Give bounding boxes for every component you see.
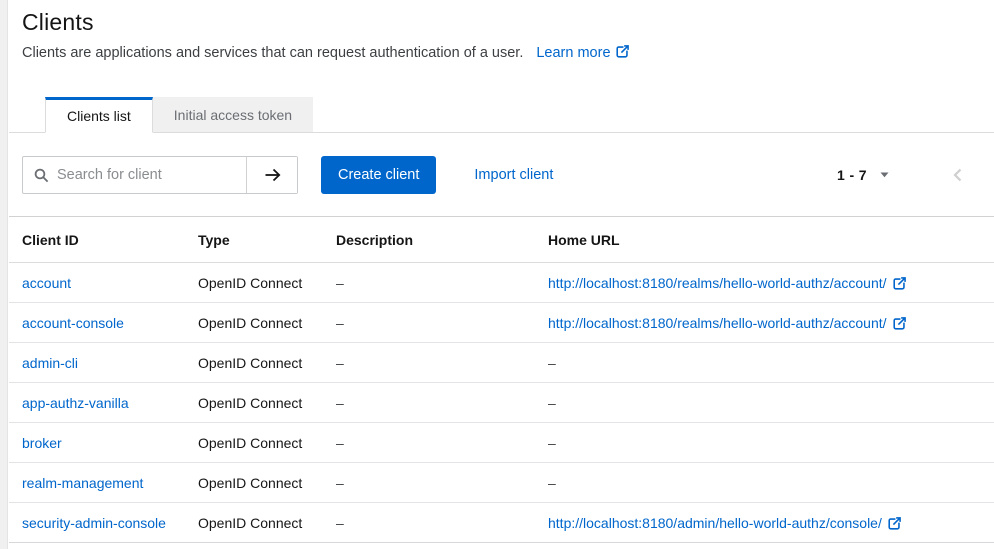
home-url-empty: – (548, 435, 556, 451)
table-row: security-admin-console OpenID Connect– htt… (9, 503, 994, 543)
home-url-link[interactable]: http://localhost:8180/realms/hello-world… (548, 275, 906, 291)
home-url-link[interactable]: http://localhost:8180/realms/hello-world… (548, 315, 906, 331)
import-client-link[interactable]: Import client (474, 167, 553, 183)
client-id-link[interactable]: account-console (22, 315, 124, 331)
external-link-icon (888, 517, 901, 530)
home-url-empty: – (548, 355, 556, 371)
create-client-button[interactable]: Create client (321, 156, 436, 194)
clients-table: Client ID Type Description Home URL acco… (9, 216, 994, 543)
client-description-cell: – (336, 515, 344, 531)
external-link-icon (893, 277, 906, 290)
client-type-cell: OpenID Connect (198, 503, 336, 543)
client-type-cell: OpenID Connect (198, 303, 336, 343)
table-row: brokerOpenID Connect–– (9, 423, 994, 463)
search-input[interactable] (57, 167, 246, 183)
caret-down-icon (880, 172, 889, 178)
page-background-edge (0, 0, 8, 549)
tab-initial-access-token[interactable]: Initial access token (153, 97, 313, 133)
tab-clients-list[interactable]: Clients list (45, 97, 153, 133)
column-header-client-id: Client ID (9, 217, 198, 263)
arrow-right-icon (264, 168, 281, 182)
search-icon (34, 168, 49, 183)
learn-more-link[interactable]: Learn more (536, 45, 628, 61)
column-header-description: Description (336, 217, 548, 263)
client-type-cell: OpenID Connect (198, 423, 336, 463)
tab-bar: Clients list Initial access token (9, 96, 994, 133)
external-link-icon (893, 317, 906, 330)
client-description-cell: – (336, 435, 344, 451)
tab-clients-list-label: Clients list (67, 108, 131, 124)
client-id-link[interactable]: broker (22, 435, 62, 451)
search-input-wrap (23, 157, 246, 193)
pagination-menu-toggle[interactable] (876, 168, 893, 182)
page-header: Clients Clients are applications and ser… (9, 0, 994, 63)
column-header-home-url: Home URL (548, 217, 994, 263)
chevron-left-icon (953, 168, 962, 182)
home-url-empty: – (548, 475, 556, 491)
client-description-cell: – (336, 355, 344, 371)
client-id-link[interactable]: account (22, 275, 71, 291)
column-header-type: Type (198, 217, 336, 263)
table-row: realm-managementOpenID Connect–– (9, 463, 994, 503)
table-row: app-authz-vanillaOpenID Connect–– (9, 383, 994, 423)
table-row: account OpenID Connect– http://localhost:8… (9, 263, 994, 303)
client-description-cell: – (336, 315, 344, 331)
table-row: admin-cliOpenID Connect–– (9, 343, 994, 383)
client-type-cell: OpenID Connect (198, 263, 336, 303)
home-url-link[interactable]: http://localhost:8180/admin/hello-world-… (548, 515, 901, 531)
home-url-empty: – (548, 395, 556, 411)
tab-initial-access-token-label: Initial access token (174, 107, 292, 123)
search-submit-button[interactable] (246, 157, 297, 193)
pagination-range: 1 - 7 (837, 167, 867, 183)
client-type-cell: OpenID Connect (198, 343, 336, 383)
client-id-link[interactable]: app-authz-vanilla (22, 395, 129, 411)
page-title: Clients (22, 9, 970, 36)
client-id-link[interactable]: realm-management (22, 475, 143, 491)
client-type-cell: OpenID Connect (198, 463, 336, 503)
pagination: 1 - 7 (837, 166, 964, 184)
pagination-prev-button[interactable] (951, 166, 964, 184)
table-header-row: Client ID Type Description Home URL (9, 217, 994, 263)
client-description-cell: – (336, 395, 344, 411)
table-row: account-console OpenID Connect– http://loc… (9, 303, 994, 343)
external-link-icon (616, 45, 629, 58)
page-subtitle: Clients are applications and services th… (22, 43, 970, 63)
client-type-cell: OpenID Connect (198, 383, 336, 423)
clients-page: Clients Clients are applications and ser… (9, 0, 994, 543)
client-id-link[interactable]: security-admin-console (22, 515, 166, 531)
subtitle-text: Clients are applications and services th… (22, 45, 523, 61)
search-group (22, 156, 298, 194)
table-toolbar: Create client Import client 1 - 7 (9, 133, 994, 216)
client-description-cell: – (336, 475, 344, 491)
client-description-cell: – (336, 275, 344, 291)
client-id-link[interactable]: admin-cli (22, 355, 78, 371)
